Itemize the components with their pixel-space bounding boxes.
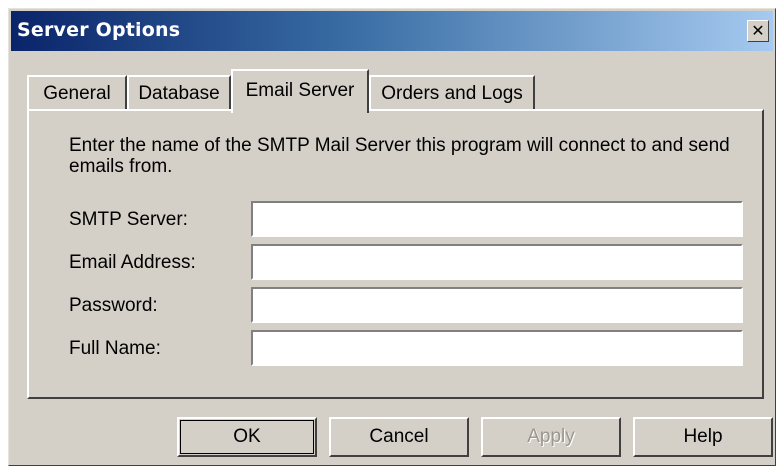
window-title: Server Options <box>17 19 181 41</box>
smtp-server-input[interactable] <box>251 201 743 237</box>
email-address-input[interactable] <box>251 244 743 280</box>
apply-button: Apply <box>481 417 621 457</box>
password-label: Password: <box>69 295 158 316</box>
help-button[interactable]: Help <box>633 417 773 457</box>
email-address-label: Email Address: <box>69 252 196 273</box>
smtp-server-label: SMTP Server: <box>69 209 188 230</box>
tab-strip: General Database Email Server Orders and… <box>27 65 627 113</box>
full-name-label: Full Name: <box>69 338 161 359</box>
server-options-dialog: Server Options ✕ General Database Email … <box>8 8 776 466</box>
full-name-input[interactable] <box>251 330 743 366</box>
close-button[interactable]: ✕ <box>747 20 769 42</box>
password-input[interactable] <box>251 287 743 323</box>
tab-general[interactable]: General <box>27 75 127 111</box>
cancel-button[interactable]: Cancel <box>329 417 469 457</box>
tab-email-server[interactable]: Email Server <box>231 69 369 113</box>
close-icon: ✕ <box>751 21 765 40</box>
email-server-panel: Enter the name of the SMTP Mail Server t… <box>27 109 764 399</box>
tab-database[interactable]: Database <box>127 75 231 111</box>
title-bar[interactable]: Server Options ✕ <box>11 11 773 51</box>
panel-description: Enter the name of the SMTP Mail Server t… <box>69 135 730 177</box>
ok-button[interactable]: OK <box>177 417 317 457</box>
tab-orders-and-logs[interactable]: Orders and Logs <box>369 75 535 111</box>
